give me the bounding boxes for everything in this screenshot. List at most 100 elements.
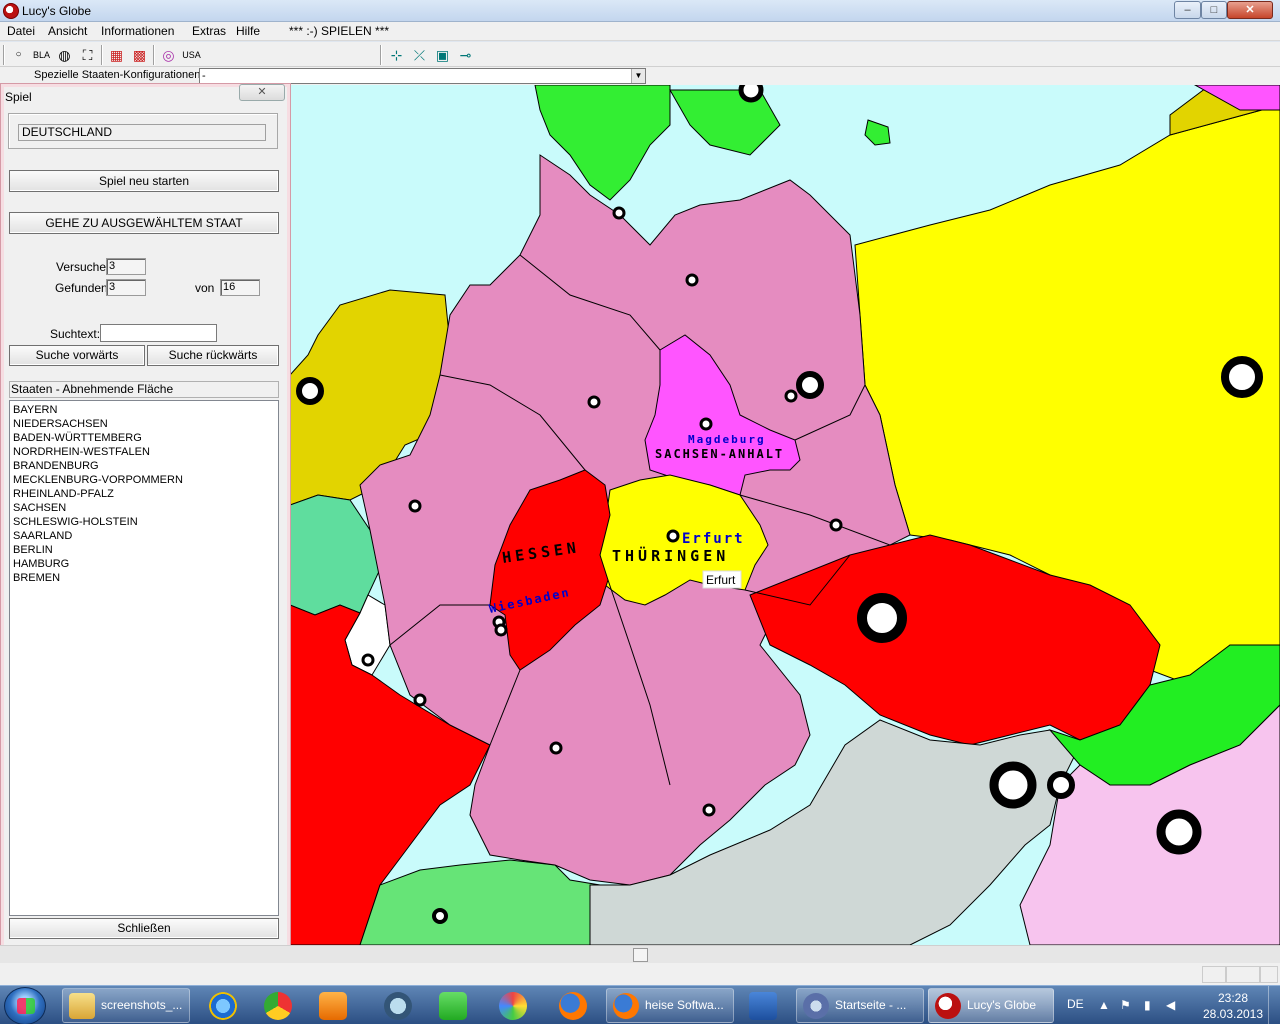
goto-state-button[interactable]: GEHE ZU AUSGEWÄHLTEM STAAT <box>9 212 279 234</box>
city-marker-muenchen <box>702 803 716 817</box>
taskbar-pin-ie[interactable] <box>196 988 250 1023</box>
list-item[interactable]: BERLIN <box>13 543 278 557</box>
panel-close-button[interactable]: ✕ <box>239 84 285 101</box>
menu-bar: Datei Ansicht Informationen Extras Hilfe… <box>0 22 1280 41</box>
city-marker-wien <box>989 761 1037 809</box>
circle-tool-icon[interactable]: ○ <box>8 45 29 65</box>
city-marker-magdeburg <box>699 417 713 431</box>
show-hidden-icons[interactable]: ▲ <box>1098 998 1110 1012</box>
menu-hilfe[interactable]: Hilfe <box>236 24 260 38</box>
search-input[interactable] <box>100 324 217 342</box>
taskbar-pin-firefox[interactable] <box>546 988 600 1023</box>
close-panel-button[interactable]: Schließen <box>9 918 279 939</box>
target-icon[interactable]: ◎ <box>158 45 179 65</box>
status-cell <box>1202 966 1226 983</box>
menu-ansicht[interactable]: Ansicht <box>48 24 87 38</box>
taskbar-pin-word[interactable] <box>736 988 790 1023</box>
city-marker-hannover <box>587 395 601 409</box>
game-panel: Spiel ✕ DEUTSCHLAND Spiel neu starten GE… <box>0 83 291 949</box>
list-item[interactable]: BAYERN <box>13 403 278 417</box>
search-forward-button[interactable]: Suche vorwärts <box>9 345 145 366</box>
list-item[interactable]: NORDRHEIN-WESTFALEN <box>13 445 278 459</box>
scrollbar-thumb[interactable] <box>633 948 648 962</box>
menu-spielen[interactable]: *** :-) SPIELEN *** <box>289 24 389 38</box>
minimize-button[interactable]: – <box>1174 1 1201 19</box>
list-item[interactable]: RHEINLAND-PFALZ <box>13 487 278 501</box>
window-title: Lucy's Globe <box>22 4 91 18</box>
taskbar-item-lucys-globe[interactable]: Lucy's Globe <box>928 988 1054 1023</box>
resize-grip[interactable] <box>1260 966 1278 983</box>
taskbar-pin-paint[interactable] <box>486 988 540 1023</box>
menu-informationen[interactable]: Informationen <box>101 24 174 38</box>
folder-icon <box>69 993 95 1019</box>
tasks-icon <box>439 992 467 1020</box>
config-select[interactable]: - ▼ <box>199 68 646 84</box>
globe-icon <box>935 993 961 1019</box>
volume-icon[interactable]: ◀ <box>1166 998 1175 1012</box>
start-button[interactable] <box>4 987 46 1024</box>
city-marker-bratislava <box>1047 771 1075 799</box>
found-label: Gefunden <box>55 281 108 295</box>
menu-datei[interactable]: Datei <box>7 24 35 38</box>
label-erfurt: Erfurt <box>682 531 745 547</box>
list-item[interactable]: SAARLAND <box>13 529 278 543</box>
label-magdeburg: Magdeburg <box>688 433 766 446</box>
firefox-icon <box>559 992 587 1020</box>
clock-time[interactable]: 23:28 <box>1200 991 1266 1005</box>
map-fill-icon[interactable]: ▩ <box>129 45 150 65</box>
of-label: von <box>195 281 215 295</box>
zoom-in-icon[interactable]: ⊹ <box>386 45 407 65</box>
erfurt-tooltip: Erfurt <box>706 573 736 587</box>
globe-grid-icon[interactable]: ◍ <box>54 45 75 65</box>
list-item[interactable]: HAMBURG <box>13 557 278 571</box>
attempts-label: Versuche <box>56 260 107 274</box>
list-item[interactable]: SACHSEN <box>13 501 278 515</box>
show-desktop-button[interactable] <box>1268 986 1280 1024</box>
flag-icon[interactable]: ⚑ <box>1120 998 1131 1012</box>
taskbar-pin-media[interactable] <box>306 988 360 1023</box>
taskbar-item-heise[interactable]: heise Softwa... <box>606 988 734 1023</box>
taskbar-pin-green[interactable] <box>426 988 480 1023</box>
list-item[interactable]: BRANDENBURG <box>13 459 278 473</box>
map-canvas[interactable]: HESSEN Wiesbaden THÜRINGEN Erfurt Magdeb… <box>290 85 1280 945</box>
city-marker-warschau <box>1221 356 1263 398</box>
denmark-island[interactable] <box>864 119 891 146</box>
language-indicator[interactable]: DE <box>1067 997 1084 1011</box>
measure-icon[interactable]: ⊸ <box>455 45 476 65</box>
map-color-icon[interactable]: ▦ <box>106 45 127 65</box>
status-cell <box>1226 966 1260 983</box>
taskbar-item-screenshots[interactable]: screenshots_... <box>62 988 190 1023</box>
taskbar-item-startseite[interactable]: Startseite - ... <box>796 988 924 1023</box>
taskbar-pin-chrome[interactable] <box>251 988 305 1023</box>
maximize-button[interactable]: □ <box>1201 1 1227 19</box>
state-list[interactable]: BAYERN NIEDERSACHSEN BADEN-WÜRTTEMBERG N… <box>9 400 279 916</box>
city-marker-bern <box>432 908 448 924</box>
usa-icon[interactable]: USA <box>181 45 202 65</box>
map-horizontal-scrollbar[interactable] <box>0 945 1280 963</box>
total-field: 16 <box>220 279 260 296</box>
list-item[interactable]: BADEN-WÜRTTEMBERG <box>13 431 278 445</box>
labels-tool-icon[interactable]: BLA <box>31 45 52 65</box>
search-backward-button[interactable]: Suche rückwärts <box>147 345 279 366</box>
list-item[interactable]: MECKLENBURG-VORPOMMERN <box>13 473 278 487</box>
zoom-out-icon[interactable]: ⤫ <box>409 45 430 65</box>
city-marker-duesseldorf <box>408 499 422 513</box>
toolbar-separator <box>380 45 382 65</box>
menu-extras[interactable]: Extras <box>192 24 226 38</box>
close-window-button[interactable]: ✕ <box>1227 1 1273 19</box>
map-svg[interactable]: HESSEN Wiesbaden THÜRINGEN Erfurt Magdeb… <box>290 85 1280 945</box>
denmark-island[interactable] <box>669 89 781 156</box>
screen-view-icon[interactable]: ▣ <box>432 45 453 65</box>
restart-game-button[interactable]: Spiel neu starten <box>9 170 279 192</box>
config-label: Spezielle Staaten-Konfigurationen: <box>34 69 204 81</box>
toolbar-separator <box>153 45 155 65</box>
list-item[interactable]: BREMEN <box>13 571 278 585</box>
taskbar-pin-mail[interactable] <box>371 988 425 1023</box>
clock-date[interactable]: 28.03.2013 <box>1196 1007 1270 1021</box>
chevron-down-icon[interactable]: ▼ <box>631 69 645 83</box>
list-item[interactable]: SCHLESWIG-HOLSTEIN <box>13 515 278 529</box>
list-item[interactable]: NIEDERSACHSEN <box>13 417 278 431</box>
city-marker-kiel <box>612 206 626 220</box>
map-region-icon[interactable]: ⛶ <box>77 45 98 65</box>
network-icon[interactable]: ▮ <box>1144 998 1151 1012</box>
